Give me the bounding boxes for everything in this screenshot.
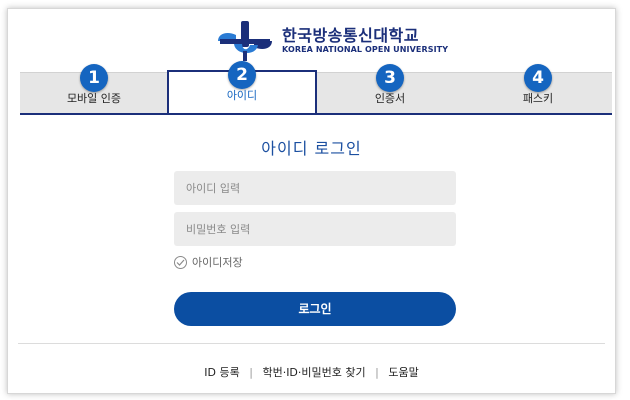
tab-underline	[20, 113, 612, 115]
save-id-toggle[interactable]: 아이디저장	[174, 254, 243, 270]
register-id-link[interactable]: ID 등록	[204, 366, 239, 379]
separator: |	[375, 366, 379, 379]
university-name-english: KOREA NATIONAL OPEN UNIVERSITY	[282, 45, 449, 54]
footer-divider	[18, 343, 605, 344]
tab-label: 인증서	[374, 92, 406, 105]
id-input[interactable]	[174, 171, 456, 205]
separator: |	[249, 366, 253, 379]
help-link[interactable]: 도움말	[388, 366, 418, 379]
footer-links: ID 등록 | 학번·ID·비밀번호 찾기 | 도움말	[8, 364, 615, 380]
login-panel: 한국방송통신대학교 KOREA NATIONAL OPEN UNIVERSITY…	[7, 8, 616, 394]
knou-emblem-icon	[218, 21, 272, 61]
tab-number-badge: 3	[376, 64, 404, 92]
tab-number-badge: 1	[80, 64, 108, 92]
form-title: 아이디 로그인	[261, 139, 362, 158]
check-circle-icon[interactable]	[174, 255, 187, 269]
tab-label: 아이디	[226, 89, 258, 102]
login-button[interactable]: 로그인	[174, 292, 456, 326]
tab-label: 패스키	[522, 92, 554, 105]
tab-label: 모바일 인증	[66, 92, 122, 105]
tab-id-login[interactable]: 2 아이디	[167, 61, 317, 113]
university-logo: 한국방송통신대학교 KOREA NATIONAL OPEN UNIVERSITY	[214, 19, 448, 63]
find-account-link[interactable]: 학번·ID·비밀번호 찾기	[262, 366, 365, 379]
tab-number-badge: 2	[228, 61, 256, 89]
university-name-korean: 한국방송통신대학교	[282, 26, 419, 45]
tab-passkey[interactable]: 4 패스키	[464, 64, 612, 113]
save-id-label: 아이디저장	[192, 256, 243, 269]
login-method-tabs: 1 모바일 인증 2 아이디 3 인증서 4 패스키	[20, 61, 612, 115]
password-input[interactable]	[174, 212, 456, 246]
tab-number-badge: 4	[524, 64, 552, 92]
tab-certificate[interactable]: 3 인증서	[316, 64, 464, 113]
tab-mobile-auth[interactable]: 1 모바일 인증	[20, 64, 168, 113]
